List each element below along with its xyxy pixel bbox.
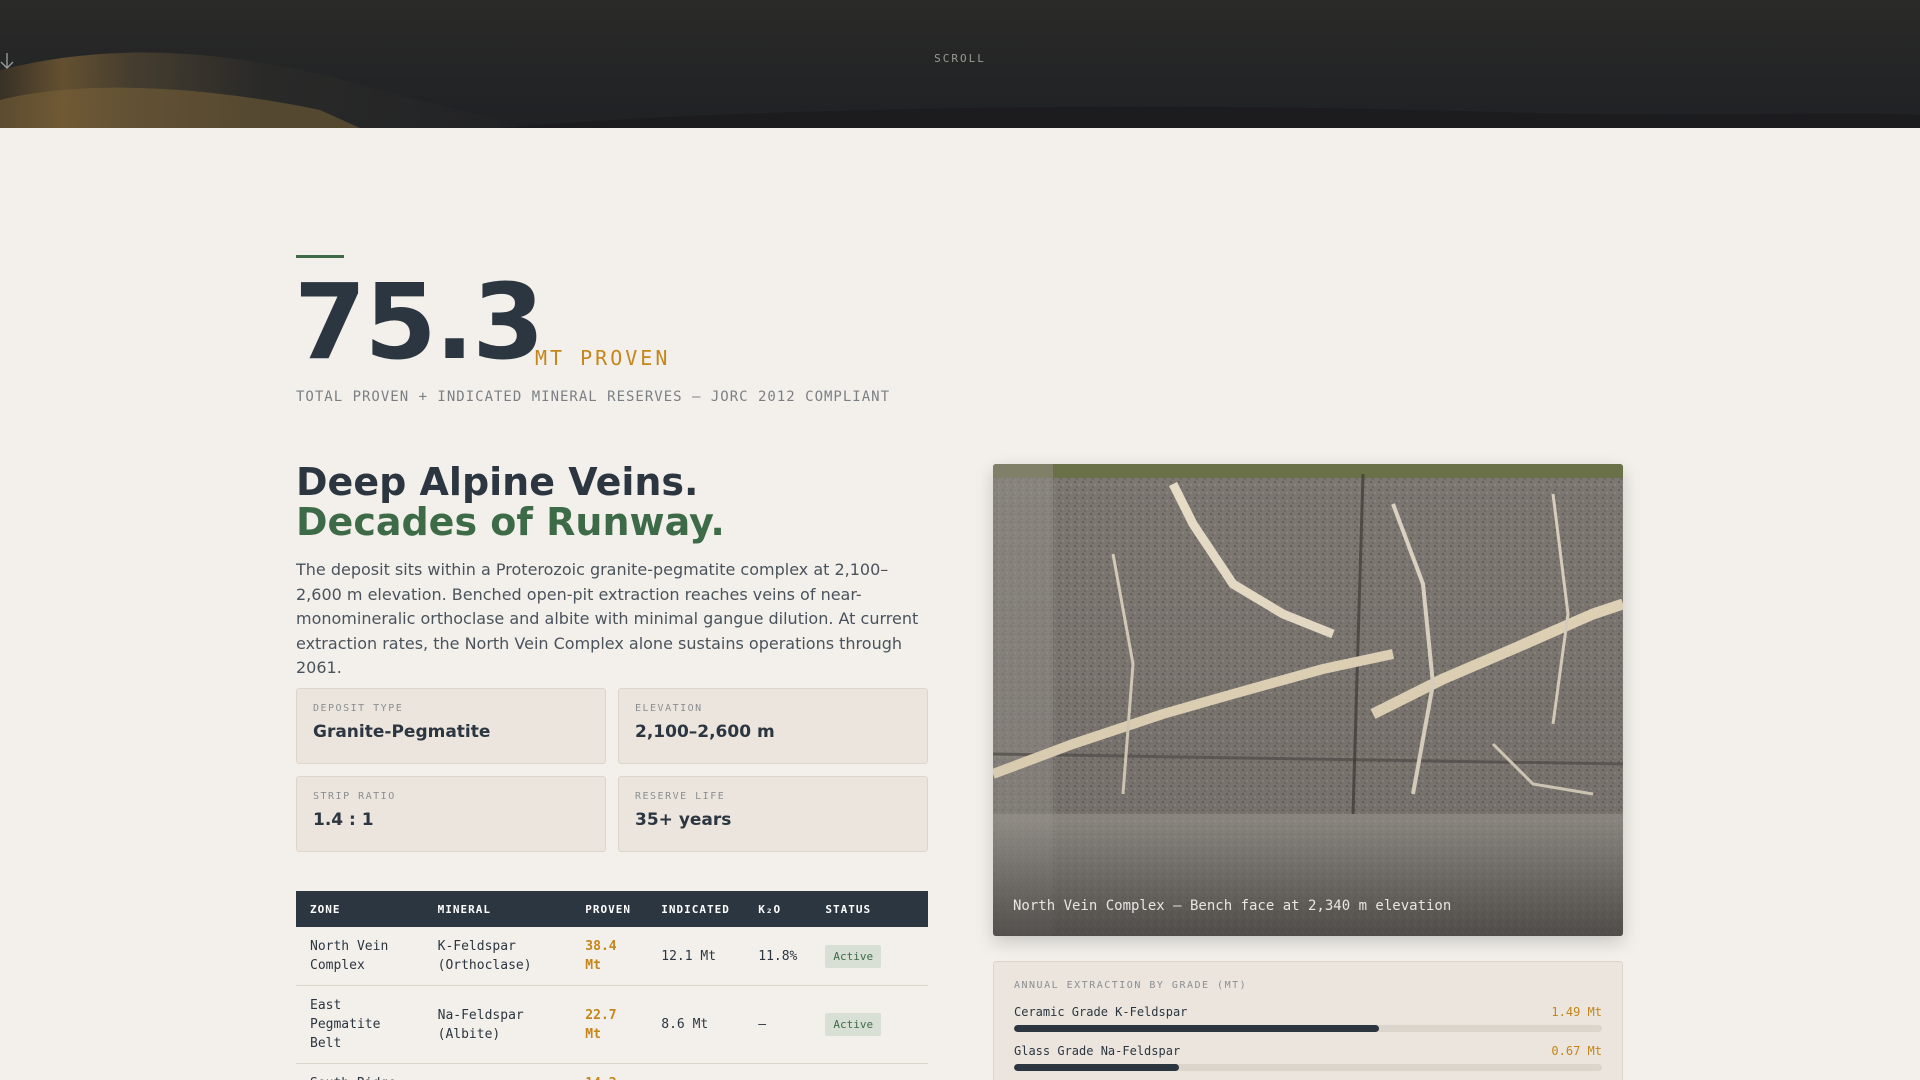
- cell-proven: 22.7 Mt: [571, 985, 648, 1064]
- bar-track: [1014, 1025, 1602, 1032]
- extraction-bar-row: Glass Grade Na-Feldspar 0.67 Mt: [1014, 1044, 1602, 1071]
- bar-track: [1014, 1064, 1602, 1071]
- section-heading-line1: Deep Alpine Veins.: [296, 460, 699, 504]
- cell-proven: 38.4 Mt: [571, 927, 648, 986]
- bar-fill: [1014, 1025, 1379, 1032]
- accent-rule: [296, 255, 344, 258]
- reserve-subtitle: TOTAL PROVEN + INDICATED MINERAL RESERVE…: [296, 389, 891, 405]
- card-reserve-life: RESERVE LIFE 35+ years: [618, 776, 928, 852]
- bar-value: 1.49 Mt: [1551, 1005, 1602, 1019]
- card-strip-ratio: STRIP RATIO 1.4 : 1: [296, 776, 606, 852]
- cell-mineral: K-Feldspar (Orthoclase): [423, 927, 572, 986]
- column-header-mineral[interactable]: MINERAL: [423, 891, 572, 927]
- cell-indicated: 12.1 Mt: [647, 927, 745, 986]
- bar-label: Ceramic Grade K-Feldspar: [1014, 1005, 1188, 1019]
- table-row[interactable]: North Vein Complex K-Feldspar (Orthoclas…: [296, 927, 928, 986]
- cell-indicated: [647, 1063, 745, 1080]
- card-label: DEPOSIT TYPE: [313, 703, 404, 714]
- extraction-title: ANNUAL EXTRACTION BY GRADE (MT): [1014, 980, 1248, 991]
- column-header-indicated[interactable]: INDICATED: [647, 891, 745, 927]
- column-header-zone[interactable]: ZONE: [296, 891, 424, 927]
- card-label: STRIP RATIO: [313, 791, 396, 802]
- card-deposit-type: DEPOSIT TYPE Granite-Pegmatite: [296, 688, 606, 764]
- cell-k2o: —: [744, 985, 812, 1064]
- cell-status: Active: [811, 985, 928, 1064]
- column-header-proven[interactable]: PROVEN: [571, 891, 648, 927]
- card-value: Granite-Pegmatite: [313, 722, 491, 742]
- table-header-row: ZONE MINERAL PROVEN INDICATED K₂O STATUS: [296, 891, 928, 927]
- cell-status: Active: [811, 927, 928, 986]
- card-label: RESERVE LIFE: [635, 791, 726, 802]
- section-body: The deposit sits within a Proterozoic gr…: [296, 560, 919, 677]
- status-badge: Active: [825, 1013, 882, 1036]
- table-row[interactable]: South Ridge 14.2: [296, 1063, 928, 1080]
- card-value: 2,100–2,600 m: [635, 722, 775, 742]
- cell-zone: North Vein Complex: [296, 927, 424, 986]
- photo-caption: North Vein Complex — Bench face at 2,340…: [1013, 898, 1452, 914]
- table-row[interactable]: East Pegmatite Belt Na-Feldspar (Albite)…: [296, 985, 928, 1064]
- card-elevation: ELEVATION 2,100–2,600 m: [618, 688, 928, 764]
- cell-proven: 14.2: [571, 1063, 648, 1080]
- hero-banner: SCROLL: [0, 0, 1920, 128]
- reserves-table: ZONE MINERAL PROVEN INDICATED K₂O STATUS…: [296, 891, 928, 1080]
- cell-mineral: [423, 1063, 572, 1080]
- cell-zone: South Ridge: [296, 1063, 424, 1080]
- cell-k2o: 11.8%: [744, 927, 812, 986]
- cell-indicated: 8.6 Mt: [647, 985, 745, 1064]
- card-value: 35+ years: [635, 810, 732, 830]
- reserve-unit: MT PROVEN: [535, 346, 671, 370]
- bar-label: Glass Grade Na-Feldspar: [1014, 1044, 1181, 1058]
- bar-value: 0.67 Mt: [1551, 1044, 1602, 1058]
- card-value: 1.4 : 1: [313, 810, 374, 830]
- scroll-indicator[interactable]: SCROLL: [0, 52, 1920, 84]
- status-badge: Active: [825, 944, 882, 968]
- cell-status: [811, 1063, 928, 1080]
- column-header-status[interactable]: STATUS: [811, 891, 928, 927]
- card-label: ELEVATION: [635, 703, 703, 714]
- extraction-bar-row: Ceramic Grade K-Feldspar 1.49 Mt: [1014, 1005, 1602, 1032]
- bar-fill: [1014, 1064, 1179, 1071]
- scroll-label: SCROLL: [934, 52, 986, 65]
- reserve-total-number: 75.3: [294, 261, 545, 383]
- column-header-k2o[interactable]: K₂O: [744, 891, 812, 927]
- bench-face-photo: North Vein Complex — Bench face at 2,340…: [993, 464, 1623, 936]
- cell-mineral: Na-Feldspar (Albite): [423, 985, 572, 1064]
- section-heading-line2: Decades of Runway.: [296, 500, 725, 544]
- cell-k2o: [744, 1063, 812, 1080]
- annual-extraction-panel: ANNUAL EXTRACTION BY GRADE (MT) Ceramic …: [993, 961, 1623, 1080]
- cell-zone: East Pegmatite Belt: [296, 985, 424, 1064]
- rock-face-image: [993, 464, 1623, 936]
